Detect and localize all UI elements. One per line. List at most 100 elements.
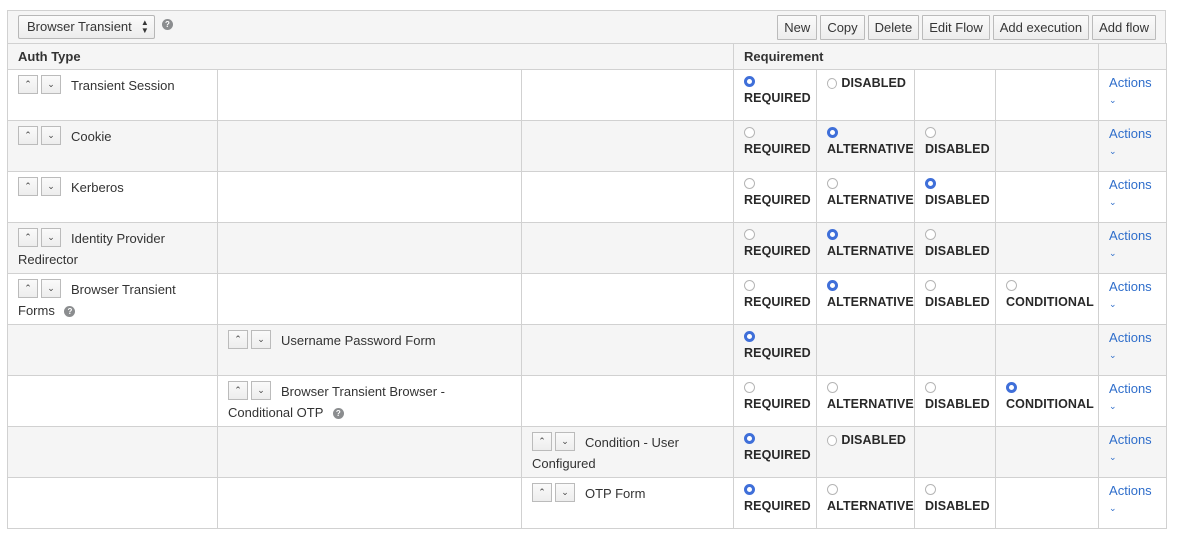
chevron-down-icon[interactable]: ⌄: [1109, 503, 1156, 514]
move-down-button[interactable]: ⌄: [41, 279, 61, 298]
table-row: ⌃ ⌄ Browser Transient Browser - Conditiona…: [7, 375, 1168, 427]
move-down-button[interactable]: ⌄: [251, 381, 271, 400]
requirement-label: REQUIRED: [744, 193, 811, 207]
requirement-label: REQUIRED: [744, 346, 811, 360]
chevron-down-icon[interactable]: ⌄: [1109, 299, 1156, 310]
move-down-button[interactable]: ⌄: [251, 330, 271, 349]
requirement-radio[interactable]: [925, 484, 937, 495]
requirement-radio[interactable]: [744, 484, 756, 495]
move-up-button[interactable]: ⌃: [18, 177, 38, 196]
requirement-label: ALTERNATIVE: [827, 244, 914, 258]
requirement-option[interactable]: DISABLED: [827, 433, 906, 447]
requirement-label: DISABLED: [841, 76, 907, 90]
chevron-down-icon[interactable]: ⌄: [1109, 146, 1156, 157]
requirement-radio[interactable]: [925, 280, 937, 291]
empty-requirement-cell: [995, 120, 1100, 172]
actions-dropdown[interactable]: Actions: [1109, 381, 1156, 396]
help-icon[interactable]: ?: [162, 19, 173, 30]
requirement-label: DISABLED: [925, 397, 990, 411]
requirement-radio[interactable]: [744, 229, 756, 240]
requirement-radio[interactable]: [827, 434, 838, 446]
actions-dropdown[interactable]: Actions: [1109, 432, 1156, 447]
chevron-down-icon[interactable]: ⌄: [1109, 350, 1156, 361]
auth-type-cell: ⌃ ⌄ Browser Transient Forms ?: [7, 273, 218, 325]
requirement-radio[interactable]: [744, 382, 756, 393]
move-down-button[interactable]: ⌄: [41, 228, 61, 247]
move-down-button[interactable]: ⌄: [41, 126, 61, 145]
add-flow-button[interactable]: Add flow: [1092, 15, 1156, 40]
empty-requirement-cell: [914, 426, 997, 478]
table-row: ⌃ ⌄ Condition - User Configured REQUIRED DIS…: [7, 426, 1168, 478]
requirement-label: REQUIRED: [744, 244, 811, 258]
delete-button[interactable]: Delete: [867, 15, 920, 40]
requirement-radio[interactable]: [827, 127, 839, 138]
execution-name: Transient Session: [71, 78, 175, 93]
copy-button[interactable]: Copy: [820, 15, 865, 40]
requirement-radio[interactable]: [827, 484, 839, 495]
requirement-radio[interactable]: [827, 178, 839, 189]
table-row: ⌃ ⌄ Transient Session REQUIRED DISABLED Actio…: [7, 69, 1168, 121]
move-down-button[interactable]: ⌄: [555, 432, 575, 451]
actions-dropdown[interactable]: Actions: [1109, 483, 1156, 498]
move-up-button[interactable]: ⌃: [532, 432, 552, 451]
requirement-radio[interactable]: [744, 76, 756, 87]
requirement-label: ALTERNATIVE: [827, 295, 914, 309]
move-up-button[interactable]: ⌃: [18, 126, 38, 145]
chevron-down-icon[interactable]: ⌄: [1109, 95, 1156, 106]
requirement-radio[interactable]: [744, 331, 756, 342]
requirement-radio[interactable]: [925, 229, 937, 240]
table-row: ⌃ ⌄ Username Password Form REQUIRED Actions ⌄: [7, 324, 1168, 376]
actions-dropdown[interactable]: Actions: [1109, 330, 1156, 345]
requirement-radio[interactable]: [744, 280, 756, 291]
chevron-down-icon[interactable]: ⌄: [1109, 197, 1156, 208]
empty-indent-cell: [217, 120, 522, 172]
move-up-button[interactable]: ⌃: [228, 330, 248, 349]
requirement-radio[interactable]: [827, 77, 838, 89]
requirement-label: DISABLED: [925, 142, 990, 156]
move-down-button[interactable]: ⌄: [41, 75, 61, 94]
empty-requirement-cell: [995, 69, 1100, 121]
help-icon[interactable]: ?: [332, 408, 344, 420]
requirement-radio[interactable]: [744, 178, 756, 189]
requirement-radio[interactable]: [744, 127, 756, 138]
requirement-radio[interactable]: [744, 433, 756, 444]
move-up-button[interactable]: ⌃: [228, 381, 248, 400]
move-up-button[interactable]: ⌃: [18, 75, 38, 94]
edit-flow-button[interactable]: Edit Flow: [922, 15, 990, 40]
requirement-radio[interactable]: [925, 382, 937, 393]
actions-dropdown[interactable]: Actions: [1109, 126, 1156, 141]
actions-cell: Actions ⌄: [1098, 324, 1168, 376]
actions-dropdown[interactable]: Actions: [1109, 228, 1156, 243]
actions-cell: Actions ⌄: [1098, 426, 1168, 478]
execution-name: Cookie: [71, 129, 112, 144]
chevron-down-icon[interactable]: ⌄: [1109, 248, 1156, 259]
actions-cell: Actions ⌄: [1098, 477, 1168, 529]
requirement-radio[interactable]: [925, 127, 937, 138]
toolbar: Browser Transient ▲ ▼ ? New Copy Delete E…: [7, 10, 1166, 43]
chevron-down-icon[interactable]: ⌄: [1109, 401, 1156, 412]
requirement-option-cell: CONDITIONAL: [995, 273, 1100, 325]
requirement-radio[interactable]: [925, 178, 937, 189]
new-button[interactable]: New: [777, 15, 818, 40]
actions-dropdown[interactable]: Actions: [1109, 177, 1156, 192]
requirement-radio[interactable]: [827, 382, 839, 393]
move-up-button[interactable]: ⌃: [18, 228, 38, 247]
actions-dropdown[interactable]: Actions: [1109, 279, 1156, 294]
flow-select[interactable]: Browser Transient ▲ ▼: [18, 15, 155, 39]
requirement-option-cell: REQUIRED: [733, 273, 818, 325]
requirement-radio[interactable]: [827, 229, 839, 240]
requirement-radio[interactable]: [1006, 280, 1018, 291]
actions-dropdown[interactable]: Actions: [1109, 75, 1156, 90]
chevron-down-icon[interactable]: ⌄: [1109, 452, 1156, 463]
requirement-radio[interactable]: [827, 280, 839, 291]
move-down-button[interactable]: ⌄: [41, 177, 61, 196]
requirement-option[interactable]: DISABLED: [827, 76, 906, 90]
add-execution-button[interactable]: Add execution: [992, 15, 1090, 40]
requirement-label: DISABLED: [925, 244, 990, 258]
move-up-button[interactable]: ⌃: [532, 483, 552, 502]
help-icon[interactable]: ?: [64, 306, 76, 318]
requirement-radio[interactable]: [1006, 382, 1018, 393]
move-up-button[interactable]: ⌃: [18, 279, 38, 298]
move-down-button[interactable]: ⌄: [555, 483, 575, 502]
requirement-option-cell: ALTERNATIVE: [816, 273, 916, 325]
